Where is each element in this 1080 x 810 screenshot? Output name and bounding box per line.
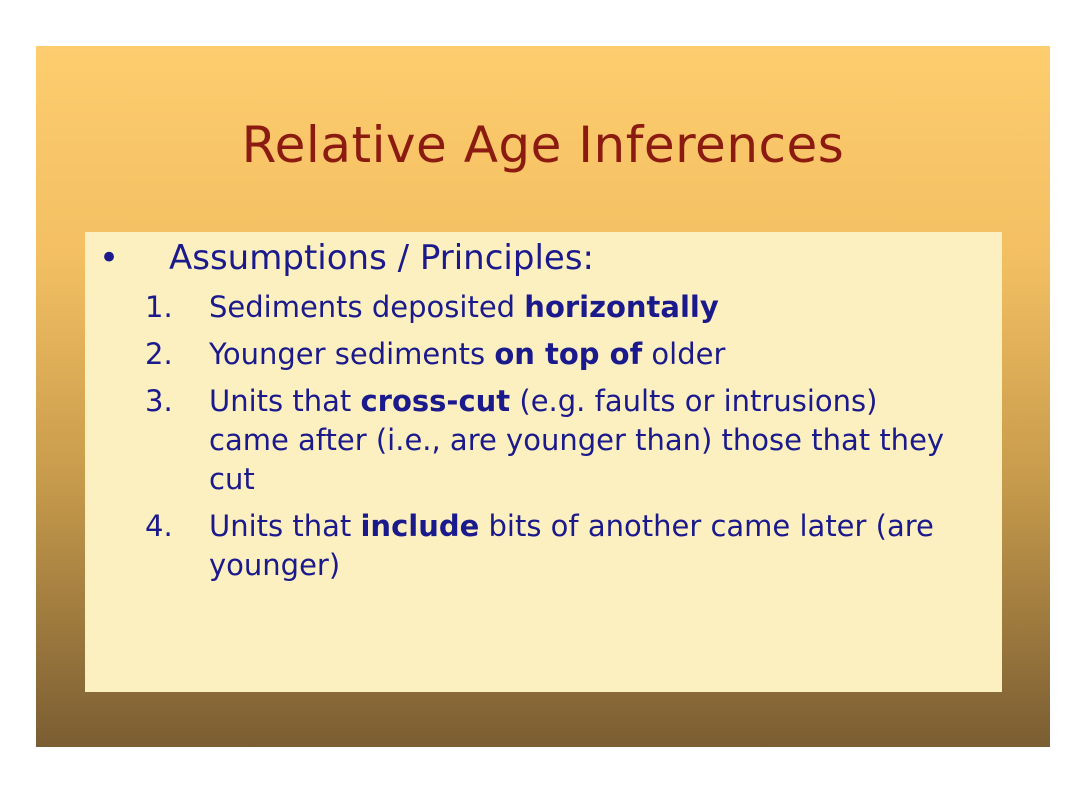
item-text: Units that include bits of another came … — [209, 507, 965, 585]
item-number: 4. — [145, 509, 173, 543]
bullet-heading: • Assumptions / Principles: — [99, 238, 594, 278]
slide-title: Relative Age Inferences — [241, 116, 845, 174]
principles-list: 1. Sediments deposited horizontally 2. Y… — [145, 288, 965, 593]
list-item: 3. Units that cross-cut (e.g. faults or … — [145, 382, 965, 499]
item-text-before: Units that — [209, 384, 361, 418]
item-text: Younger sediments on top of older — [209, 335, 965, 374]
item-number: 3. — [145, 384, 173, 418]
item-text-before: Sediments deposited — [209, 290, 525, 324]
list-item: 4. Units that include bits of another ca… — [145, 507, 965, 585]
item-number: 1. — [145, 290, 173, 324]
bullet-icon: • — [99, 238, 120, 278]
slide: Relative Age Inferences • Assumptions / P… — [36, 46, 1050, 747]
item-text-before: Units that — [209, 509, 361, 543]
item-text-before: Younger sediments — [209, 337, 495, 371]
item-text: Sediments deposited horizontally — [209, 288, 965, 327]
item-text-bold: horizontally — [524, 290, 719, 324]
content-box: • Assumptions / Principles: 1. Sediments … — [85, 232, 1002, 692]
heading-text: Assumptions / Principles: — [169, 238, 594, 278]
item-number: 2. — [145, 337, 173, 371]
list-item: 2. Younger sediments on top of older — [145, 335, 965, 374]
item-text: Units that cross-cut (e.g. faults or int… — [209, 382, 965, 499]
item-text-bold: include — [360, 509, 480, 543]
item-text-bold: on top of — [494, 337, 643, 371]
list-item: 1. Sediments deposited horizontally — [145, 288, 965, 327]
item-text-after: older — [642, 337, 726, 371]
item-text-bold: cross-cut — [360, 384, 511, 418]
